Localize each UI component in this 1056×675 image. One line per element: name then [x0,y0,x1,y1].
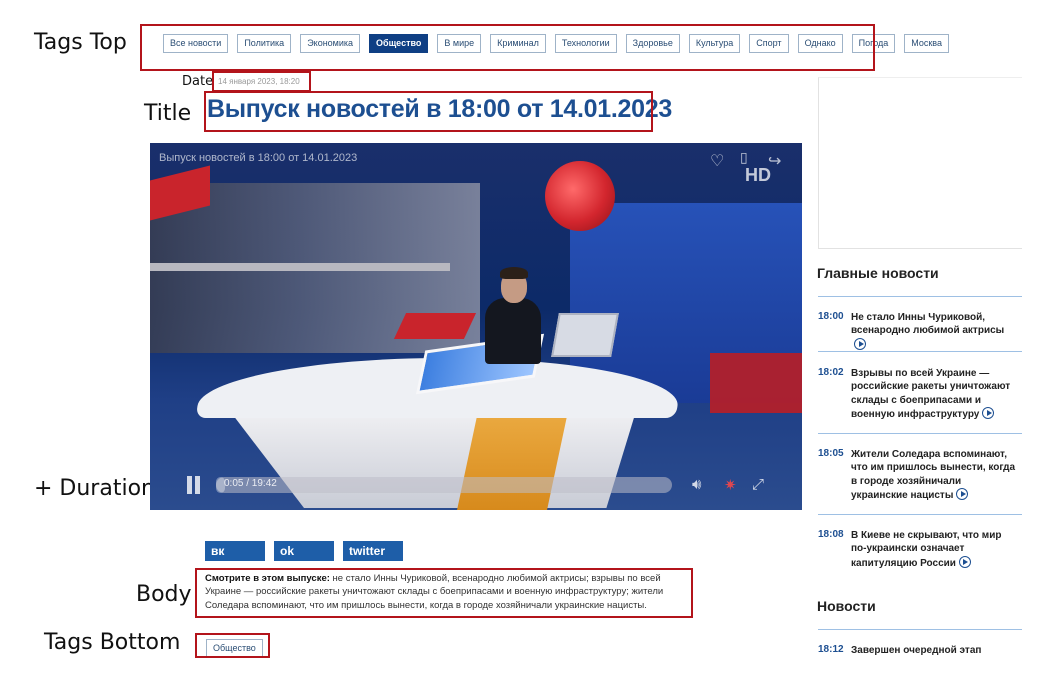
annotation-body: Body [136,582,192,607]
play-icon[interactable] [854,337,866,350]
annotation-date: Date [182,74,214,89]
play-icon[interactable] [982,406,995,419]
annotation-box-tags-bottom [195,633,270,658]
news-headline[interactable]: Жители Соледара вспоминают, что им пришл… [851,448,1019,502]
video-duration: 0:05 / 19:42 [224,478,277,489]
video-player[interactable]: Выпуск новостей в 18:00 от 14.01.2023 ♡ … [150,143,802,510]
annotation-tags-top: Tags Top [34,30,127,55]
hd-badge: HD [745,165,771,185]
share-twitter-button[interactable]: twitter [343,541,403,561]
studio-shelf [150,263,450,271]
annotation-duration: + Duration [34,476,155,501]
play-icon[interactable] [958,555,971,568]
news-time: 18:00 [818,311,844,322]
annotation-box-title [204,91,653,132]
play-icon[interactable] [956,487,969,500]
settings-icon[interactable]: ✷ [724,476,737,494]
news-time: 18:05 [818,448,844,459]
annotation-title: Title [144,101,192,126]
share-ok-button[interactable]: ok [274,541,334,561]
news-time: 18:08 [818,529,844,540]
divider [818,296,1022,297]
news-headline[interactable]: Не стало Инны Чуриковой, всенародно люби… [851,311,1019,352]
divider [818,433,1022,434]
news-headline[interactable]: Завершен очередной этап [851,644,1019,657]
pause-icon[interactable] [186,476,202,494]
annotation-box-date [212,71,311,92]
news-time: 18:12 [818,644,844,655]
news-time: 18:02 [818,367,844,378]
annotation-box-tags-top [140,24,875,71]
studio-red-panel [710,353,802,413]
channel-logo-globe [545,161,615,231]
news-headline[interactable]: Взрывы по всей Украине — российские раке… [851,367,1019,421]
divider [818,629,1022,630]
video-caption: Выпуск новостей в 18:00 от 14.01.2023 [159,152,358,164]
share-vk-button[interactable]: вк [205,541,265,561]
desk-monitor [551,313,619,357]
video-controls: 0:05 / 19:42 🔊︎ ✷ ⤢ [150,458,802,510]
volume-icon[interactable]: 🔊︎ [692,476,701,493]
studio-red-stripe [393,313,477,339]
news-heading: Новости [817,598,876,614]
bookmark-icon[interactable]: ▯ [740,149,748,166]
divider [818,514,1022,515]
annotation-tags-bottom: Tags Bottom [44,630,181,655]
main-news-heading: Главные новости [817,265,939,281]
news-anchor-hair [500,267,528,279]
fullscreen-icon[interactable]: ⤢ [752,476,764,493]
news-headline[interactable]: В Киеве не скрывают, что мир по-украинск… [851,529,1019,570]
sidebar-ad-placeholder [818,77,1022,249]
divider [818,351,1022,352]
news-anchor [485,298,541,364]
annotation-box-body [195,568,693,618]
video-progress-bar[interactable] [216,477,672,493]
tag-moscow[interactable]: Москва [904,34,949,53]
heart-icon[interactable]: ♡ [710,151,724,171]
